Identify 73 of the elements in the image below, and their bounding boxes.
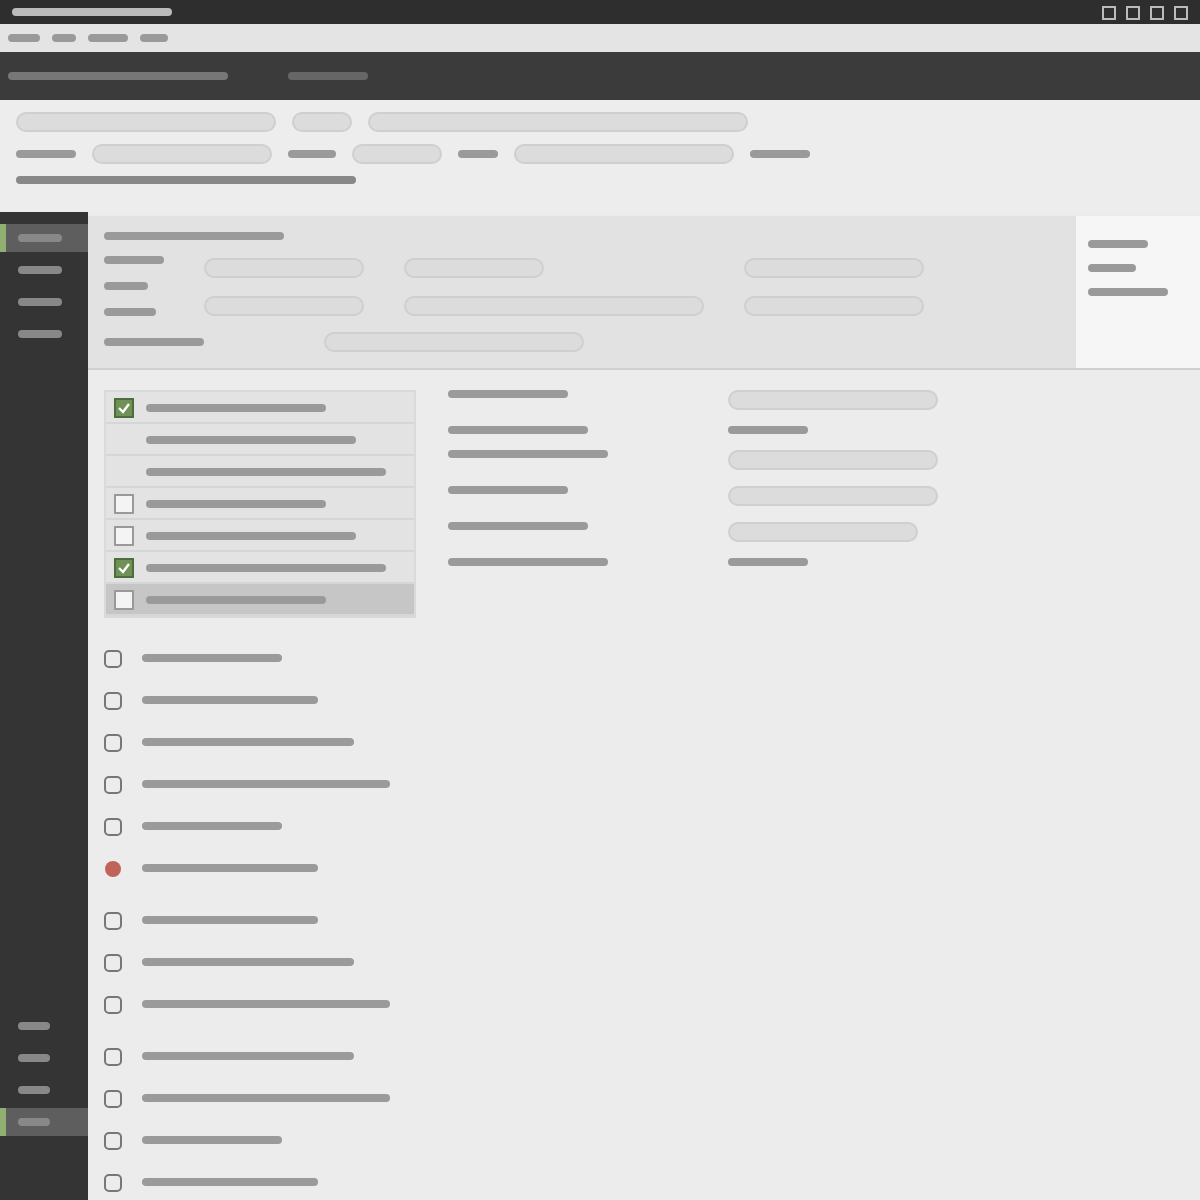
list-row[interactable]	[106, 488, 414, 520]
blurred-text-line	[18, 1022, 50, 1030]
list-row[interactable]	[106, 392, 414, 424]
square-icon	[104, 1047, 122, 1065]
blurred-text-line	[728, 558, 808, 566]
blurred-text-line	[18, 234, 62, 242]
blurred-text-line	[1088, 288, 1168, 296]
blurred-text-line	[8, 34, 40, 42]
blurred-text-line	[104, 282, 148, 290]
blurred-text-line	[16, 150, 76, 158]
blurred-text-line	[750, 150, 810, 158]
square-icon	[104, 995, 122, 1013]
blurred-text-line	[140, 34, 168, 42]
square-icon	[104, 817, 122, 835]
list-row[interactable]	[106, 584, 414, 616]
blurred-text-line	[104, 256, 164, 264]
square-icon	[104, 691, 122, 709]
checkbox[interactable]	[114, 589, 134, 609]
list-row[interactable]	[106, 552, 414, 584]
blurred-text-line	[1088, 240, 1148, 248]
list-row[interactable]	[106, 456, 414, 488]
square-icon	[104, 775, 122, 793]
square-icon	[104, 649, 122, 667]
dropdown-field[interactable]	[728, 522, 918, 542]
blurred-text-line	[448, 426, 588, 434]
blurred-text-line	[458, 150, 498, 158]
checkbox[interactable]	[114, 397, 134, 417]
blurred-text-line	[18, 298, 62, 306]
list-row[interactable]	[106, 520, 414, 552]
blurred-text-line	[88, 34, 128, 42]
input-field[interactable]	[92, 144, 272, 164]
input-field[interactable]	[728, 450, 938, 470]
blurred-text-line	[18, 266, 62, 274]
blurred-text-line	[142, 654, 282, 662]
square-icon	[104, 1089, 122, 1107]
blurred-text-line	[448, 486, 568, 494]
blurred-text-line	[142, 1136, 282, 1144]
square-icon	[104, 911, 122, 929]
square-icon	[104, 1173, 122, 1191]
circle-icon	[104, 859, 122, 877]
sidebar-item[interactable]	[0, 224, 88, 252]
blurred-text-line	[18, 1118, 50, 1126]
blurred-text-line	[104, 338, 204, 346]
blurred-text-line	[18, 330, 62, 338]
dropdown-field[interactable]	[292, 112, 352, 132]
checkbox[interactable]	[114, 525, 134, 545]
square-icon	[104, 953, 122, 971]
blurred-text-line	[52, 34, 76, 42]
input-field[interactable]	[16, 112, 276, 132]
input-field[interactable]	[352, 144, 442, 164]
blurred-text-line	[18, 1086, 50, 1094]
checkbox[interactable]	[114, 557, 134, 577]
blurred-text-line	[18, 1054, 50, 1062]
blurred-text-line	[142, 822, 282, 830]
input-field[interactable]	[728, 390, 938, 410]
blurred-text-line	[104, 308, 156, 316]
blurred-text-line	[448, 390, 568, 398]
blurred-text-line	[728, 426, 808, 434]
toolbar-square-icon[interactable]	[1174, 5, 1188, 19]
blurred-text-line	[1088, 264, 1136, 272]
input-field[interactable]	[728, 486, 938, 506]
blurred-text-line	[288, 72, 368, 80]
toolbar-square-icon[interactable]	[1150, 5, 1164, 19]
square-icon	[104, 733, 122, 751]
input-field[interactable]	[514, 144, 734, 164]
input-field[interactable]	[368, 112, 748, 132]
blurred-text-line	[448, 522, 588, 530]
toolbar-square-icon[interactable]	[1102, 5, 1116, 19]
blurred-text-line	[288, 150, 336, 158]
toolbar-square-icon[interactable]	[1126, 5, 1140, 19]
square-icon	[104, 1131, 122, 1149]
checkbox[interactable]	[114, 493, 134, 513]
sidebar-item[interactable]	[0, 1108, 88, 1136]
